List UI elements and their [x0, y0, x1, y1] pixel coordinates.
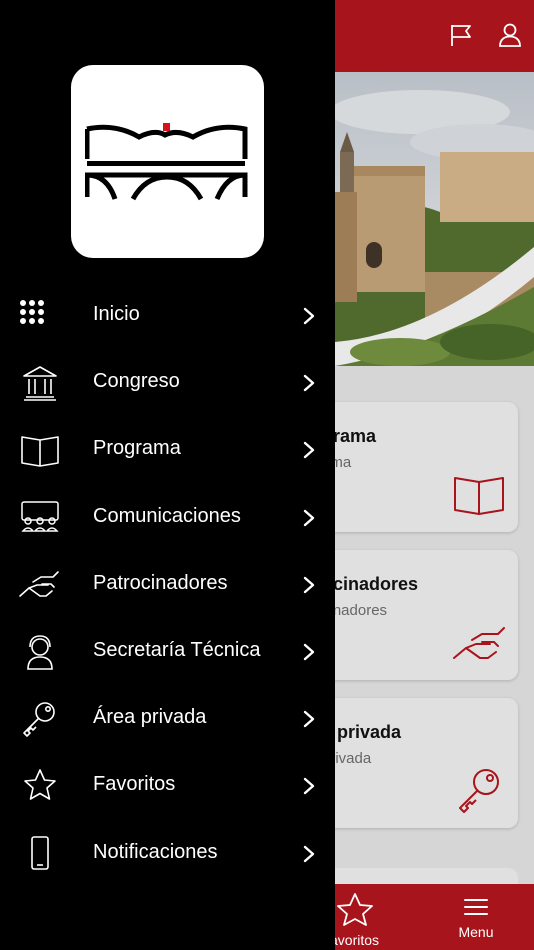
chevron-right-icon: [303, 509, 315, 526]
menu-item-label: Patrocinadores: [93, 571, 228, 594]
menu-item-inicio[interactable]: Inicio: [0, 283, 335, 350]
menu-item-comunicaciones[interactable]: Comunicaciones: [0, 485, 335, 552]
key-icon: [23, 702, 55, 737]
menu-item-label: Comunicaciones: [93, 504, 241, 527]
audience-icon: [21, 500, 59, 532]
menu-item-patrocinadores[interactable]: Patrocinadores: [0, 552, 335, 619]
flag-icon[interactable]: [449, 22, 475, 48]
hamburger-icon: [464, 899, 488, 915]
menu-item-programa[interactable]: Programa: [0, 417, 335, 484]
menu-item-label: Secretaría Técnica: [93, 638, 261, 661]
phone-icon: [31, 835, 49, 870]
card-title: ocinadores: [322, 574, 419, 594]
menu-item-label: Inicio: [93, 303, 140, 325]
chevron-right-icon: [303, 643, 315, 661]
book-icon: [454, 477, 504, 515]
chevron-right-icon: [303, 778, 315, 795]
grid-icon: [20, 300, 44, 324]
user-icon[interactable]: [497, 22, 523, 48]
chevron-right-icon: [303, 442, 315, 459]
star-icon: [24, 769, 56, 801]
bridge-logo-icon: [85, 123, 248, 201]
chevron-right-icon: [303, 374, 315, 392]
menu-item-label: Notificaciones: [93, 840, 218, 863]
book-icon: [21, 436, 59, 468]
handshake-icon: [453, 627, 505, 659]
menu-item-label: Área privada: [93, 706, 207, 729]
menu-item-label: Favoritos: [93, 773, 176, 796]
menu-item-secretaria-tecnica[interactable]: Secretaría Técnica: [0, 619, 335, 686]
navigation-drawer: Inicio Congreso Programa Comunicaciones …: [0, 0, 335, 950]
menu-item-notificaciones[interactable]: Notificaciones: [0, 821, 335, 888]
key-icon: [459, 769, 499, 813]
menu-item-label: Congreso: [93, 370, 180, 393]
menu-item-area-privada[interactable]: Área privada: [0, 686, 335, 753]
building-icon: [23, 366, 57, 401]
menu-item-label: Programa: [93, 437, 181, 460]
menu-item-favoritos[interactable]: Favoritos: [0, 753, 335, 820]
bottom-nav-menu-label: Menu: [458, 924, 494, 940]
bottom-nav-menu[interactable]: Menu: [430, 884, 522, 950]
chevron-right-icon: [303, 710, 315, 728]
chevron-right-icon: [303, 307, 315, 325]
chevron-right-icon: [303, 576, 315, 593]
star-icon: [337, 893, 373, 926]
drawer-menu: Inicio Congreso Programa Comunicaciones …: [0, 283, 335, 888]
menu-item-congreso[interactable]: Congreso: [0, 350, 335, 417]
chevron-right-icon: [303, 845, 315, 862]
handshake-icon: [19, 570, 59, 597]
bottom-nav-favorites-label: avoritos: [330, 932, 380, 948]
support-icon: [27, 635, 53, 670]
logo: [71, 65, 264, 258]
